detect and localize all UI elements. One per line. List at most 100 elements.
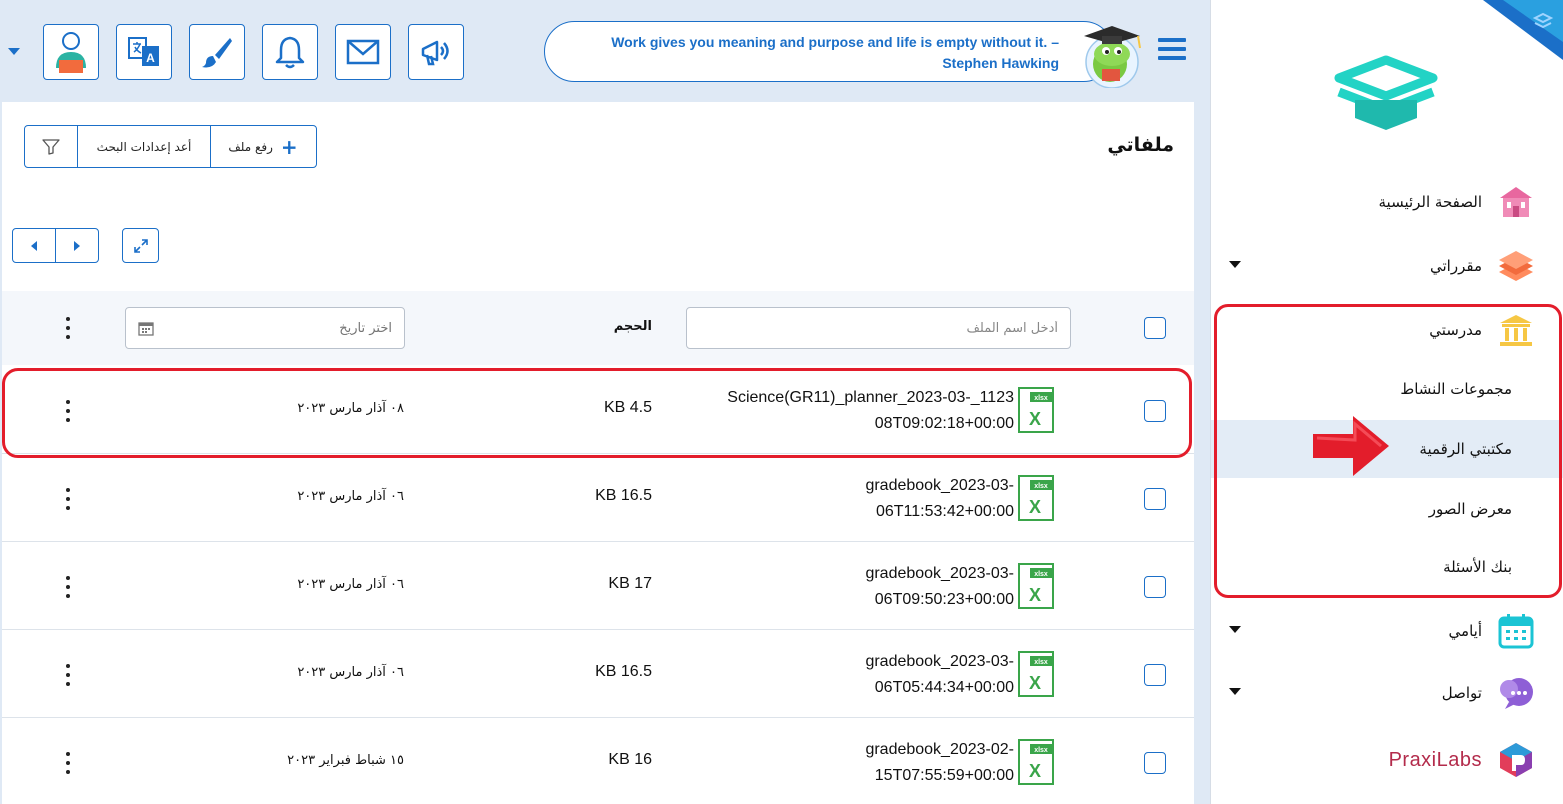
svg-text:X: X bbox=[1029, 585, 1041, 605]
file-date: ١٥ شباط فبراير ٢٠٢٣ bbox=[287, 753, 404, 768]
upload-file-button[interactable]: رفع ملف + bbox=[211, 126, 315, 167]
file-name-line: 15T07:55:59+00:00 bbox=[874, 767, 1014, 784]
sidebar-item-label: الصفحة الرئيسية bbox=[1378, 193, 1483, 211]
file-name-link[interactable]: gradebook_2023-03- 06T05:44:34+00:00 bbox=[654, 649, 1014, 701]
row-checkbox[interactable] bbox=[1144, 576, 1166, 598]
mail-button[interactable] bbox=[335, 24, 391, 80]
sidebar: الصفحة الرئيسية مقرراتي مدرستي مجموعات ا… bbox=[1210, 0, 1563, 804]
books-icon bbox=[1496, 246, 1536, 286]
row-more-icon[interactable] bbox=[63, 664, 73, 686]
expand-button[interactable] bbox=[122, 228, 159, 263]
file-name-line: 06T11:53:42+00:00 bbox=[875, 503, 1014, 520]
profile-button[interactable] bbox=[43, 24, 99, 80]
previous-page-button[interactable] bbox=[13, 229, 56, 262]
table-header: الحجم bbox=[2, 291, 1194, 365]
file-name-line: gradebook_2023-03- bbox=[865, 653, 1014, 670]
notifications-button[interactable] bbox=[262, 24, 318, 80]
table-row[interactable]: xlsx X gradebook_2023-03- 06T05:44:34+00:… bbox=[2, 631, 1194, 718]
file-date: ٠٦ آذار مارس ٢٠٢٣ bbox=[297, 577, 404, 592]
file-size: KB 17 bbox=[608, 575, 652, 592]
sidebar-item-my-school[interactable]: مدرستي bbox=[1211, 305, 1563, 355]
table-row[interactable]: xlsx X Science(GR11)_planner_2023-03-_112… bbox=[2, 367, 1194, 454]
row-checkbox[interactable] bbox=[1144, 752, 1166, 774]
file-name-link[interactable]: Science(GR11)_planner_2023-03-_1123 08T0… bbox=[654, 385, 1014, 437]
quote-line: Work gives you meaning and purpose and l… bbox=[611, 34, 1059, 50]
institution-icon bbox=[1496, 310, 1536, 350]
announcement-icon bbox=[421, 40, 449, 66]
mail-icon bbox=[346, 39, 380, 65]
row-checkbox[interactable] bbox=[1144, 400, 1166, 422]
row-more-icon[interactable] bbox=[63, 752, 73, 774]
file-name-line: 08T09:02:18+00:00 bbox=[874, 415, 1014, 432]
praxilabs-logo-icon bbox=[1496, 740, 1536, 780]
row-checkbox[interactable] bbox=[1144, 488, 1166, 510]
select-all-checkbox[interactable] bbox=[1144, 317, 1166, 339]
file-name-filter-input[interactable] bbox=[686, 307, 1071, 349]
pagination bbox=[12, 228, 99, 263]
sidebar-sub-question-bank[interactable]: بنك الأسئلة bbox=[1211, 538, 1563, 596]
paint-brush-icon bbox=[202, 38, 232, 68]
svg-text:X: X bbox=[1029, 673, 1041, 693]
row-more-icon[interactable] bbox=[63, 488, 73, 510]
file-name-line: 06T05:44:34+00:00 bbox=[874, 679, 1014, 696]
sidebar-item-communication[interactable]: تواصل bbox=[1211, 668, 1563, 718]
filter-icon bbox=[42, 138, 60, 155]
reset-search-button[interactable]: أعد إعدادات البحث bbox=[78, 126, 211, 167]
file-size: KB 4.5 bbox=[603, 399, 652, 416]
sidebar-item-label: مدرستي bbox=[1429, 321, 1482, 339]
theme-button[interactable] bbox=[189, 24, 245, 80]
excel-file-icon: xlsx X bbox=[1018, 739, 1054, 785]
sidebar-item-praxilabs[interactable]: PraxiLabs bbox=[1211, 735, 1563, 785]
caret-left-icon bbox=[31, 240, 37, 251]
sidebar-item-my-days[interactable]: أيامي bbox=[1211, 606, 1563, 656]
file-name-link[interactable]: gradebook_2023-02- 15T07:55:59+00:00 bbox=[654, 737, 1014, 789]
files-card: ملفاتي أعد إعدادات البحث رفع ملف + الحجم… bbox=[2, 102, 1194, 804]
svg-text:A: A bbox=[146, 51, 155, 65]
next-page-button[interactable] bbox=[56, 229, 98, 262]
svg-text:xlsx: xlsx bbox=[1034, 747, 1048, 754]
date-filter[interactable] bbox=[125, 307, 405, 349]
red-arrow-annotation bbox=[1313, 416, 1389, 476]
sidebar-item-courses[interactable]: مقرراتي bbox=[1211, 241, 1563, 291]
language-button[interactable]: A bbox=[116, 24, 172, 80]
size-column-header: الحجم bbox=[613, 319, 652, 334]
file-size: KB 16.5 bbox=[595, 487, 652, 504]
file-name-link[interactable]: gradebook_2023-03- 06T11:53:42+00:00 bbox=[654, 473, 1014, 525]
file-size: KB 16.5 bbox=[595, 663, 652, 680]
corner-decoration bbox=[1483, 0, 1563, 60]
quote-author: Stephen Hawking bbox=[942, 55, 1059, 71]
svg-text:xlsx: xlsx bbox=[1034, 483, 1048, 490]
svg-text:X: X bbox=[1029, 761, 1041, 781]
excel-file-icon: xlsx X bbox=[1018, 651, 1054, 697]
file-name-line: gradebook_2023-03- bbox=[865, 477, 1014, 494]
page-title: ملفاتي bbox=[1107, 134, 1174, 156]
sidebar-sub-activity-groups[interactable]: مجموعات النشاط bbox=[1211, 360, 1563, 418]
chat-bubbles-icon bbox=[1496, 673, 1536, 713]
header-more-icon[interactable] bbox=[63, 317, 73, 339]
hamburger-menu-icon[interactable] bbox=[1158, 38, 1186, 62]
file-name-link[interactable]: gradebook_2023-03- 06T09:50:23+00:00 bbox=[654, 561, 1014, 613]
date-filter-input[interactable] bbox=[172, 320, 392, 336]
school-building-icon bbox=[1496, 182, 1536, 222]
sidebar-item-home[interactable]: الصفحة الرئيسية bbox=[1211, 177, 1563, 227]
user-profile-icon bbox=[56, 32, 86, 73]
file-date: ٠٦ آذار مارس ٢٠٢٣ bbox=[297, 489, 404, 504]
file-name-line: gradebook_2023-03- bbox=[865, 565, 1014, 582]
file-name-line: Science(GR11)_planner_2023-03-_1123 bbox=[727, 389, 1014, 406]
table-row[interactable]: xlsx X gradebook_2023-03- 06T11:53:42+00:… bbox=[2, 455, 1194, 542]
sidebar-item-label: تواصل bbox=[1441, 684, 1482, 702]
filter-button[interactable] bbox=[25, 126, 78, 167]
file-date: ٠٦ آذار مارس ٢٠٢٣ bbox=[297, 665, 404, 680]
row-more-icon[interactable] bbox=[63, 400, 73, 422]
quote-banner: Work gives you meaning and purpose and l… bbox=[544, 21, 1114, 82]
table-row[interactable]: xlsx X gradebook_2023-03- 06T09:50:23+00:… bbox=[2, 543, 1194, 630]
sidebar-sub-photo-gallery[interactable]: معرض الصور bbox=[1211, 480, 1563, 538]
bell-icon bbox=[275, 36, 305, 69]
file-size: KB 16 bbox=[608, 751, 652, 768]
calendar-icon bbox=[1496, 611, 1536, 651]
row-checkbox[interactable] bbox=[1144, 664, 1166, 686]
profile-dropdown-caret[interactable] bbox=[8, 48, 20, 55]
announcement-button[interactable] bbox=[408, 24, 464, 80]
row-more-icon[interactable] bbox=[63, 576, 73, 598]
table-row[interactable]: xlsx X gradebook_2023-02- 15T07:55:59+00:… bbox=[2, 719, 1194, 804]
